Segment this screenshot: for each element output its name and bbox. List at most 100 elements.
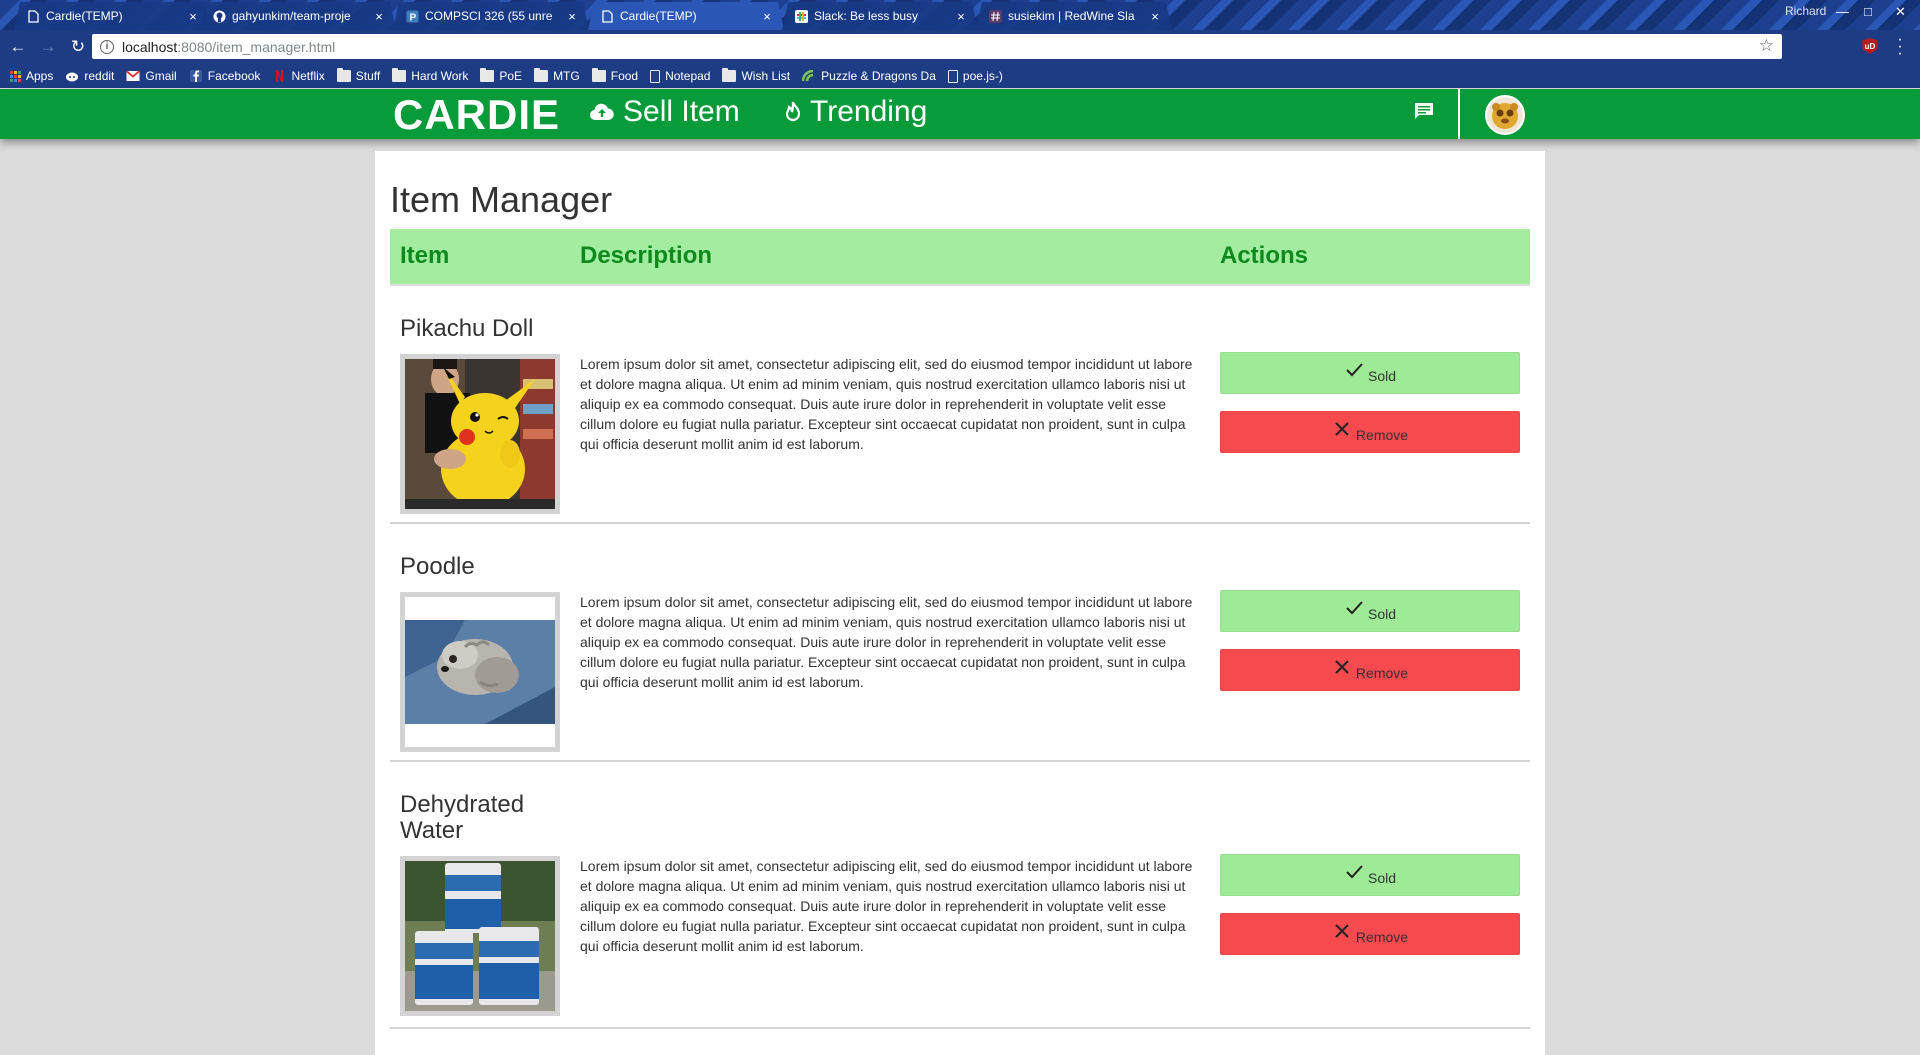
sold-button-label: Sold — [1367, 606, 1397, 622]
forward-arrow-icon[interactable]: → — [36, 35, 60, 59]
slack-icon — [794, 9, 808, 23]
bookmark-label: Notepad — [665, 69, 711, 83]
browser-tab[interactable]: P COMPSCI 326 (55 unre × — [393, 2, 589, 30]
reload-icon[interactable]: ↻ — [66, 35, 90, 59]
table-row: Poodle Lorem ipsum dolor sit amet, conse… — [390, 524, 1530, 762]
facebook-icon — [189, 70, 202, 82]
bookmark-label: MTG — [553, 69, 580, 83]
bookmark-folder-food[interactable]: Food — [591, 68, 639, 83]
profile-name[interactable]: Richard — [1785, 4, 1826, 18]
checkmark-icon — [1346, 865, 1363, 879]
slack-hash-icon — [988, 9, 1002, 23]
piazza-icon: P — [405, 9, 419, 23]
bookmark-folder-mtg[interactable]: MTG — [534, 68, 580, 83]
page-icon — [947, 69, 958, 83]
close-x-icon — [1335, 422, 1349, 436]
close-x-icon — [1335, 660, 1349, 674]
column-header-actions: Actions — [1220, 242, 1309, 269]
bookmark-poe-js[interactable]: poe.js-) — [947, 69, 1003, 83]
item-thumbnail[interactable] — [400, 354, 560, 514]
close-icon[interactable]: × — [565, 9, 579, 24]
page-icon — [600, 9, 614, 23]
tab-title: gahyunkim/team-proje — [232, 9, 351, 23]
browser-tabstrip: Cardie(TEMP) × gahyunkim/team-proje × P … — [0, 0, 1920, 30]
info-icon[interactable]: i — [100, 39, 114, 54]
item-thumbnail[interactable] — [400, 856, 560, 1016]
bookmark-folder-wish-list[interactable]: Wish List — [722, 68, 790, 83]
bookmark-netflix[interactable]: Netflix — [272, 69, 325, 83]
page-title: Item Manager — [390, 179, 613, 220]
bookmark-folder-poe[interactable]: PoE — [480, 68, 522, 83]
table-row: Pikachu Doll Lorem ipsum dolor sit amet,… — [390, 286, 1530, 524]
browser-tab[interactable]: Slack: Be less busy × — [782, 2, 978, 30]
trending-link[interactable]: Trending — [784, 92, 927, 132]
item-name: Dehydrated Water — [400, 791, 525, 844]
bookmark-notepad[interactable]: Notepad — [650, 69, 710, 83]
sold-button[interactable]: Sold — [1220, 854, 1520, 896]
remove-button-label: Remove — [1355, 929, 1409, 945]
nav-divider — [1458, 89, 1460, 139]
apps-icon — [10, 70, 21, 82]
browser-tab-active[interactable]: Cardie(TEMP) × — [588, 2, 784, 30]
brand-logo[interactable]: CARDIE — [393, 94, 560, 136]
trending-label: Trending — [810, 95, 928, 128]
folder-icon — [534, 68, 549, 82]
browser-tab[interactable]: gahyunkim/team-proje × — [200, 2, 396, 30]
bookmark-label: Stuff — [355, 69, 381, 83]
column-header-item: Item — [400, 242, 450, 269]
close-icon[interactable]: × — [760, 9, 774, 24]
item-description: Lorem ipsum dolor sit amet, consectetur … — [580, 594, 1193, 690]
netflix-icon — [276, 70, 284, 82]
bookmark-label: Food — [610, 69, 639, 83]
remove-button[interactable]: Remove — [1220, 649, 1520, 691]
checkmark-icon — [1346, 363, 1363, 377]
browser-toolbar: ← → ↻ i localhost:8080/item_manager.html… — [0, 30, 1920, 64]
close-icon[interactable]: × — [1148, 9, 1162, 24]
minimize-icon[interactable]: — — [1836, 4, 1849, 19]
maximize-icon[interactable]: □ — [1864, 4, 1872, 19]
checkmark-icon — [1346, 601, 1363, 615]
bookmark-folder-stuff[interactable]: Stuff — [336, 68, 381, 83]
bookmark-apps[interactable]: Apps — [10, 69, 53, 83]
ublock-extension-icon[interactable]: uD — [1862, 38, 1878, 54]
avatar-image — [1487, 97, 1523, 133]
address-bar[interactable]: i localhost:8080/item_manager.html ☆ — [92, 34, 1782, 59]
close-icon[interactable]: × — [372, 9, 386, 24]
bookmark-gmail[interactable]: Gmail — [126, 69, 177, 83]
column-header-description: Description — [580, 242, 713, 269]
remove-button[interactable]: Remove — [1220, 411, 1520, 453]
bookmark-label: Apps — [26, 69, 54, 83]
bookmark-star-icon[interactable]: ☆ — [1759, 36, 1774, 56]
item-thumbnail[interactable] — [400, 592, 560, 752]
browser-tab[interactable]: Cardie(TEMP) × — [14, 2, 210, 30]
close-icon[interactable]: × — [186, 9, 200, 24]
pad-icon — [802, 70, 814, 82]
sold-button[interactable]: Sold — [1220, 352, 1520, 394]
bookmark-label: Hard Work — [411, 69, 469, 83]
bookmark-folder-hard-work[interactable]: Hard Work — [392, 68, 469, 83]
remove-button[interactable]: Remove — [1220, 913, 1520, 955]
chat-icon[interactable] — [1413, 102, 1435, 120]
sell-item-link[interactable]: Sell Item — [589, 92, 740, 132]
close-window-icon[interactable]: ✕ — [1895, 4, 1906, 20]
dehydrated-water-photo — [405, 861, 555, 1011]
chrome-menu-icon[interactable]: · · · — [1895, 32, 1905, 62]
sold-button[interactable]: Sold — [1220, 590, 1520, 632]
folder-icon — [591, 68, 606, 82]
bookmark-puzzle-dragons[interactable]: Puzzle & Dragons Da — [802, 69, 936, 83]
bookmark-facebook[interactable]: Facebook — [189, 69, 260, 83]
bookmark-reddit[interactable]: reddit — [65, 69, 114, 83]
url-path: :8080/item_manager.html — [177, 38, 336, 55]
bookmarks-bar: Apps reddit Gmail Facebook Netflix Stuff… — [0, 64, 1920, 88]
remove-button-label: Remove — [1355, 427, 1409, 443]
flame-icon — [785, 101, 801, 122]
back-arrow-icon[interactable]: ← — [6, 35, 30, 59]
browser-tab[interactable]: susiekim | RedWine Sla × — [976, 2, 1172, 30]
user-avatar[interactable] — [1485, 95, 1525, 135]
close-icon[interactable]: × — [954, 9, 968, 24]
tab-title: Slack: Be less busy — [814, 9, 919, 23]
table-row: Dehydrated Water Lorem ipsum dolor sit a… — [390, 762, 1530, 1029]
page-icon — [26, 9, 40, 23]
close-x-icon — [1335, 924, 1349, 938]
sell-item-label: Sell Item — [623, 95, 740, 128]
